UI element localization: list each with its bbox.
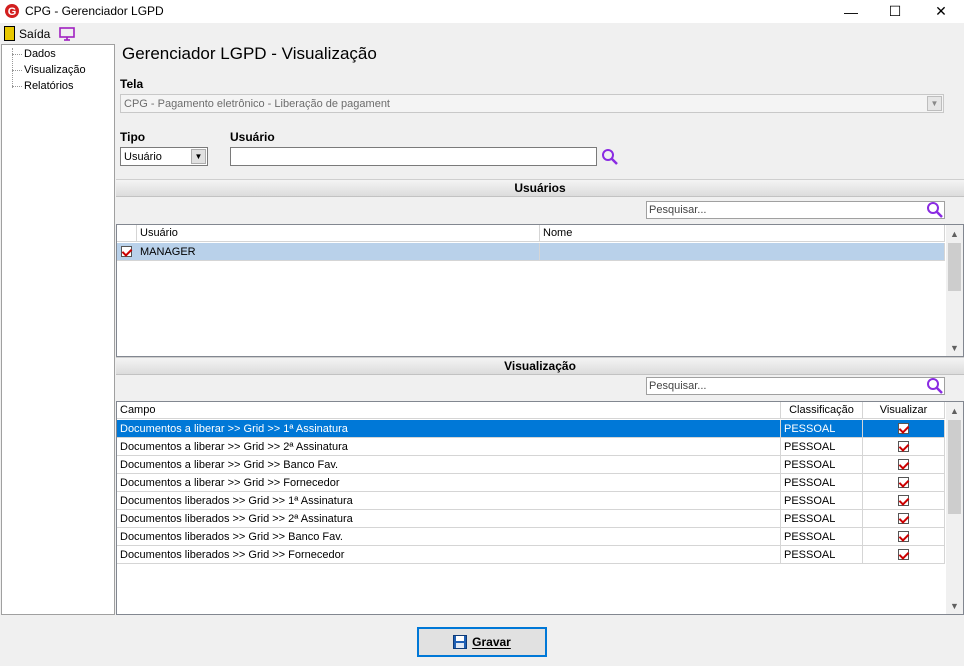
scroll-up-icon[interactable]: ▲: [946, 402, 963, 419]
scroll-down-icon[interactable]: ▼: [946, 597, 963, 614]
visualizar-checkbox[interactable]: [898, 513, 909, 524]
chevron-down-icon[interactable]: ▼: [191, 149, 206, 164]
scroll-thumb[interactable]: [948, 420, 961, 514]
view-cell-classificacao: PESSOAL: [781, 546, 863, 564]
view-cell-campo: Documentos liberados >> Grid >> 2ª Assin…: [117, 510, 781, 528]
window-title: CPG - Gerenciador LGPD: [25, 4, 164, 18]
view-section-header: Visualização: [116, 357, 964, 375]
visualizar-checkbox[interactable]: [898, 495, 909, 506]
view-cell-classificacao: PESSOAL: [781, 420, 863, 438]
app-logo-icon: G: [5, 4, 19, 18]
users-grid-header-nome[interactable]: Nome: [540, 225, 945, 242]
tree-item-visualizacao[interactable]: Visualização: [24, 64, 86, 76]
view-search-input[interactable]: Pesquisar...: [646, 377, 945, 395]
users-cell-nome: [540, 243, 945, 261]
title-bar: G CPG - Gerenciador LGPD — ☐ ✕: [0, 0, 964, 23]
view-cell-campo: Documentos liberados >> Grid >> Banco Fa…: [117, 528, 781, 546]
table-row[interactable]: Documentos liberados >> Grid >> Banco Fa…: [117, 528, 945, 546]
navigation-tree: Dados Visualização Relatórios: [1, 44, 115, 615]
users-cell-usuario: MANAGER: [137, 243, 540, 261]
users-grid-scrollbar[interactable]: ▲ ▼: [946, 225, 963, 356]
view-cell-visualizar: [863, 528, 945, 546]
search-icon[interactable]: [926, 201, 944, 219]
table-row[interactable]: Documentos liberados >> Grid >> 1ª Assin…: [117, 492, 945, 510]
search-icon[interactable]: [926, 377, 944, 395]
view-cell-campo: Documentos liberados >> Grid >> 1ª Assin…: [117, 492, 781, 510]
users-section-header: Usuários: [116, 179, 964, 197]
users-grid: Usuário Nome MANAGER ▲ ▼: [116, 224, 964, 357]
visualizar-checkbox[interactable]: [898, 549, 909, 560]
save-button[interactable]: Gravar: [417, 627, 547, 657]
view-cell-classificacao: PESSOAL: [781, 510, 863, 528]
view-cell-campo: Documentos a liberar >> Grid >> 1ª Assin…: [117, 420, 781, 438]
view-cell-visualizar: [863, 510, 945, 528]
tree-item-relatorios[interactable]: Relatórios: [24, 80, 74, 92]
view-cell-visualizar: [863, 492, 945, 510]
tipo-label: Tipo: [120, 130, 146, 144]
maximize-button[interactable]: ☐: [872, 0, 918, 23]
svg-text:G: G: [8, 6, 17, 18]
view-cell-campo: Documentos liberados >> Grid >> Forneced…: [117, 546, 781, 564]
visualizar-checkbox[interactable]: [898, 423, 909, 434]
table-row[interactable]: Documentos a liberar >> Grid >> 2ª Assin…: [117, 438, 945, 456]
table-row[interactable]: Documentos a liberar >> Grid >> Banco Fa…: [117, 456, 945, 474]
users-grid-header-check: [117, 225, 137, 242]
usuario-input[interactable]: [230, 147, 597, 166]
visualizar-checkbox[interactable]: [898, 441, 909, 452]
tipo-select[interactable]: Usuário ▼: [120, 147, 208, 166]
visualizar-checkbox[interactable]: [898, 531, 909, 542]
table-row[interactable]: Documentos liberados >> Grid >> Forneced…: [117, 546, 945, 564]
view-cell-campo: Documentos a liberar >> Grid >> Banco Fa…: [117, 456, 781, 474]
tela-select-value: CPG - Pagamento eletrônico - Liberação d…: [124, 98, 390, 110]
search-icon[interactable]: [601, 148, 619, 166]
floppy-disk-icon: [453, 635, 468, 649]
visualizar-checkbox[interactable]: [898, 477, 909, 488]
view-cell-visualizar: [863, 474, 945, 492]
view-cell-classificacao: PESSOAL: [781, 492, 863, 510]
scroll-up-icon[interactable]: ▲: [946, 225, 963, 242]
view-cell-visualizar: [863, 456, 945, 474]
table-row[interactable]: Documentos liberados >> Grid >> 2ª Assin…: [117, 510, 945, 528]
view-cell-classificacao: PESSOAL: [781, 474, 863, 492]
view-grid-header-visualizar[interactable]: Visualizar: [863, 402, 945, 419]
view-cell-classificacao: PESSOAL: [781, 438, 863, 456]
table-row[interactable]: Documentos a liberar >> Grid >> Forneced…: [117, 474, 945, 492]
row-checkbox[interactable]: [121, 246, 132, 257]
table-row[interactable]: MANAGER: [117, 243, 945, 261]
users-search-input[interactable]: Pesquisar...: [646, 201, 945, 219]
tipo-select-value: Usuário: [124, 151, 162, 163]
usuario-label: Usuário: [230, 130, 275, 144]
table-row[interactable]: Documentos a liberar >> Grid >> 1ª Assin…: [117, 420, 945, 438]
view-cell-classificacao: PESSOAL: [781, 456, 863, 474]
tela-label: Tela: [120, 77, 144, 91]
view-grid: Campo Classificação Visualizar Documento…: [116, 401, 964, 615]
save-button-label: Gravar: [472, 635, 511, 649]
users-grid-header-usuario[interactable]: Usuário: [137, 225, 540, 242]
view-cell-classificacao: PESSOAL: [781, 528, 863, 546]
exit-menu-item[interactable]: Saída: [19, 27, 50, 41]
page-title: Gerenciador LGPD - Visualização: [122, 44, 377, 63]
scroll-thumb[interactable]: [948, 243, 961, 291]
exit-door-icon[interactable]: [4, 26, 15, 41]
chevron-down-icon[interactable]: ▼: [927, 96, 942, 111]
close-button[interactable]: ✕: [918, 0, 964, 23]
visualizar-checkbox[interactable]: [898, 459, 909, 470]
view-grid-header-classificacao[interactable]: Classificação: [781, 402, 863, 419]
tree-item-dados[interactable]: Dados: [24, 48, 56, 60]
menu-bar: Saída: [0, 23, 964, 44]
view-cell-visualizar: [863, 420, 945, 438]
minimize-button[interactable]: —: [828, 0, 874, 23]
monitor-icon[interactable]: [59, 27, 75, 41]
scroll-down-icon[interactable]: ▼: [946, 339, 963, 356]
view-cell-visualizar: [863, 438, 945, 456]
view-cell-campo: Documentos a liberar >> Grid >> 2ª Assin…: [117, 438, 781, 456]
view-cell-campo: Documentos a liberar >> Grid >> Forneced…: [117, 474, 781, 492]
tela-select[interactable]: CPG - Pagamento eletrônico - Liberação d…: [120, 94, 944, 113]
view-grid-scrollbar[interactable]: ▲ ▼: [946, 402, 963, 614]
view-cell-visualizar: [863, 546, 945, 564]
view-grid-header-campo[interactable]: Campo: [117, 402, 781, 419]
